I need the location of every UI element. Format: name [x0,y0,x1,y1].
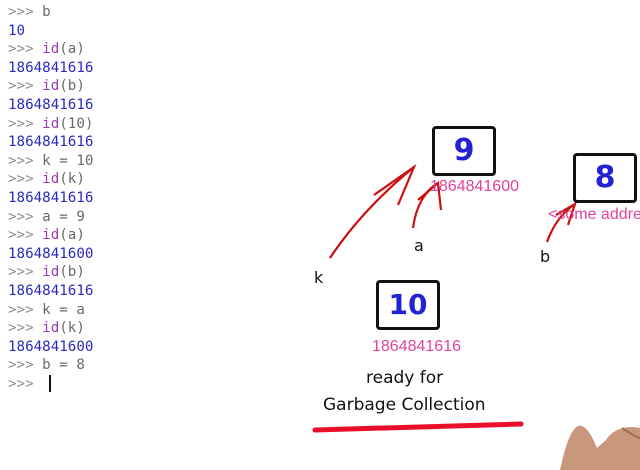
value-9: 9 [453,133,475,168]
value-box-10: 10 [376,280,440,330]
label-b: b [540,247,551,266]
value-box-8: 8 [573,153,637,203]
value-box-9: 9 [432,126,496,176]
address-8: <some address [548,206,640,223]
address-10: 1864841616 [372,338,461,355]
underline-stroke [312,421,524,433]
gc-note-line1: ready for [366,368,444,388]
arrow-k-to-9 [329,166,415,259]
address-9: 1864841600 [430,178,519,195]
value-8: 8 [594,160,616,195]
arrow-layer [312,163,640,470]
gc-note-line2: Garbage Collection [323,395,486,415]
label-a: a [414,236,424,255]
value-10: 10 [388,288,428,321]
label-k: k [314,268,324,287]
presenter-hand [560,425,640,470]
diagram-board: 9 1864841600 8 <some address 10 18648416… [0,0,640,470]
